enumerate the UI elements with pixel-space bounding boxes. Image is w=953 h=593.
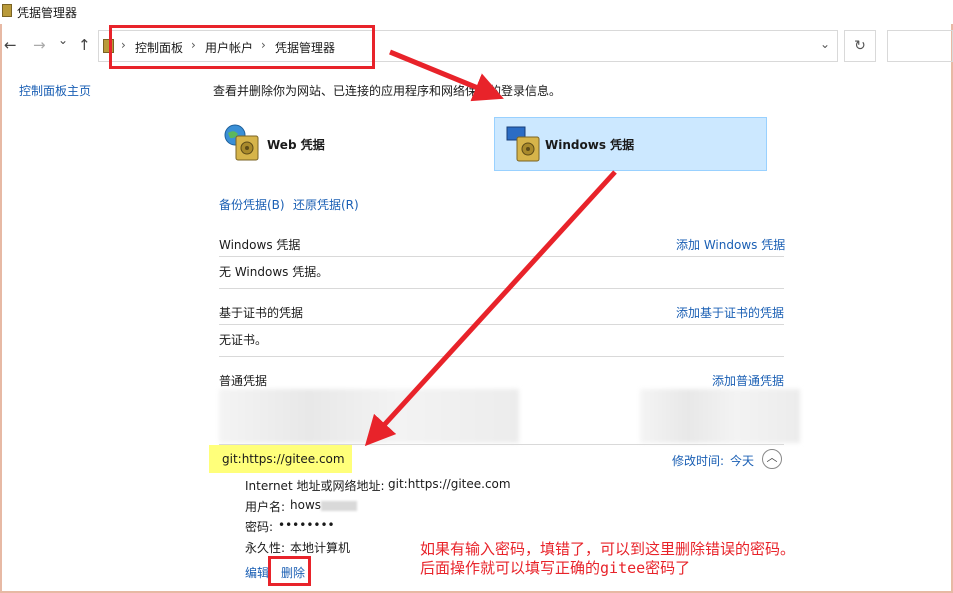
arrow-to-gitee-entry <box>364 170 617 447</box>
arrow-to-windows-credentials <box>389 49 504 102</box>
annotation-arrows <box>364 49 617 447</box>
